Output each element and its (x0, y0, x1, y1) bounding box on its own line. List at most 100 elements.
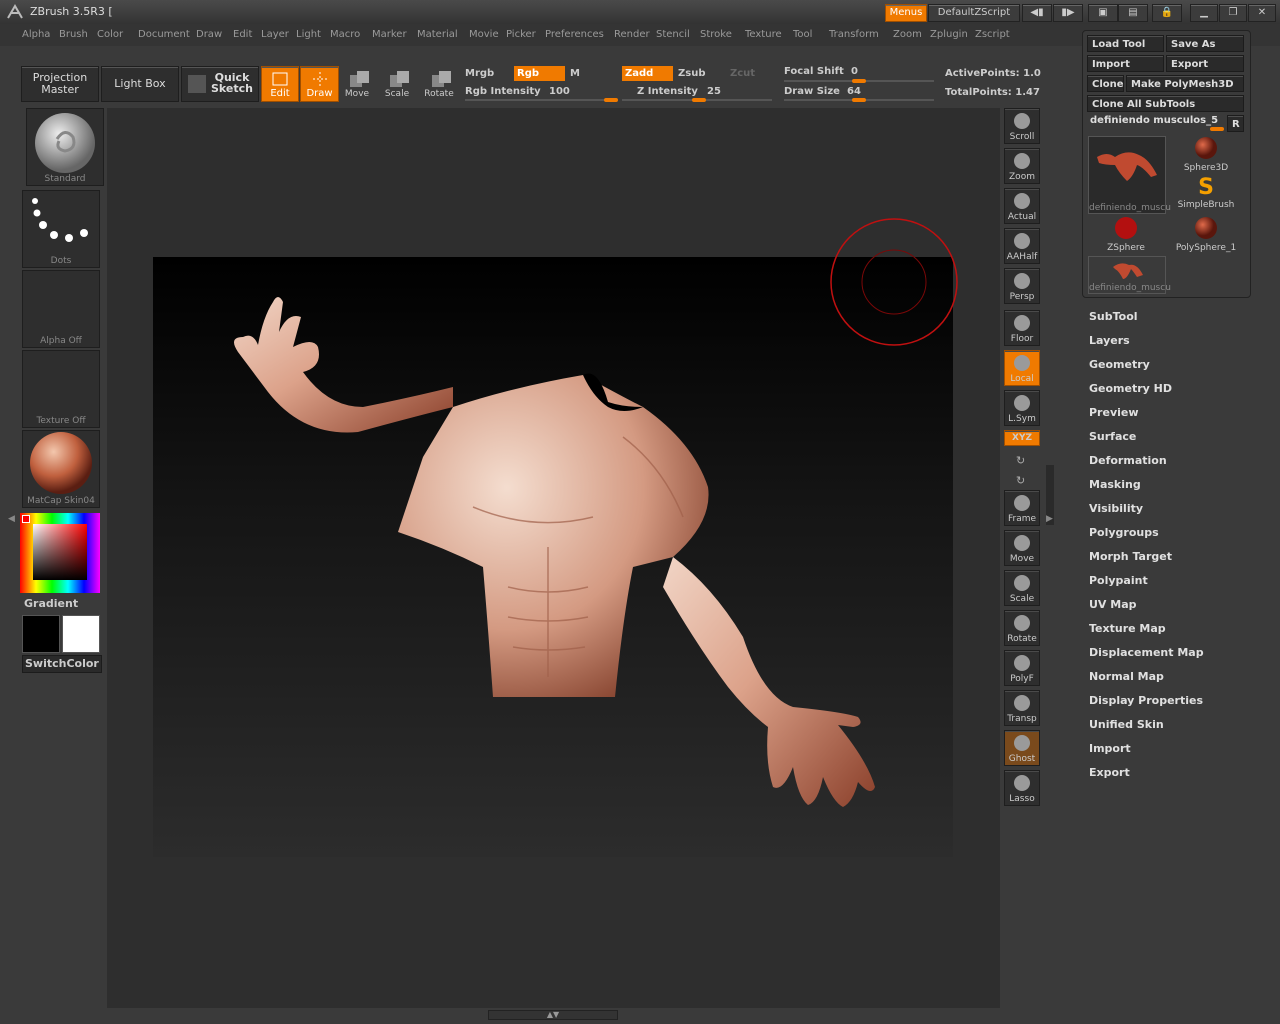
shelf-local-button[interactable]: Local (1004, 350, 1040, 386)
m-toggle[interactable]: M (570, 68, 580, 79)
tool-submenu-display-properties[interactable]: Display Properties (1089, 694, 1203, 707)
stroke-thumbnail[interactable]: Dots (22, 190, 100, 268)
zsub-toggle[interactable]: Zsub (678, 68, 705, 79)
menu-texture[interactable]: Texture (745, 29, 782, 40)
collapse-right-icon[interactable]: ▶ (1046, 514, 1053, 524)
maximize-icon[interactable]: ❐ (1219, 4, 1247, 22)
tool-submenu-uv-map[interactable]: UV Map (1089, 598, 1137, 611)
rotate-y-icon[interactable]: ↻ (1016, 474, 1025, 487)
shelf-persp-button[interactable]: Persp (1004, 268, 1040, 304)
tool-submenu-import[interactable]: Import (1089, 742, 1131, 755)
tool-submenu-texture-map[interactable]: Texture Map (1089, 622, 1166, 635)
lock-icon[interactable]: 🔒 (1152, 4, 1182, 22)
menu-brush[interactable]: Brush (59, 29, 88, 40)
material-thumbnail[interactable]: MatCap Skin04 (22, 430, 100, 508)
tool-item-simplebrush[interactable]: S SimpleBrush (1168, 176, 1244, 214)
shelf-ghost-button[interactable]: Ghost (1004, 730, 1040, 766)
shelf-scroll-button[interactable]: Scroll (1004, 108, 1040, 144)
quick-sketch-button[interactable]: Quick Sketch (181, 66, 259, 102)
menu-light[interactable]: Light (296, 29, 321, 40)
shelf-scale-button[interactable]: Scale (1004, 570, 1040, 606)
menu-zplugin[interactable]: Zplugin (930, 29, 968, 40)
menu-tool[interactable]: Tool (793, 29, 812, 40)
focal-shift-knob[interactable] (852, 79, 866, 83)
projection-master-button[interactable]: Projection Master (21, 66, 99, 102)
r-button[interactable]: R (1227, 115, 1244, 132)
menu-edit[interactable]: Edit (233, 29, 252, 40)
shelf-lsym-button[interactable]: L.Sym (1004, 390, 1040, 426)
default-zscript-button[interactable]: DefaultZScript (928, 4, 1020, 22)
tool-item-definiendo-small[interactable]: definiendo_muscu (1088, 256, 1171, 294)
shelf-floor-button[interactable]: Floor (1004, 310, 1040, 346)
tool-submenu-polypaint[interactable]: Polypaint (1089, 574, 1148, 587)
export-tool-button[interactable]: Export (1166, 55, 1244, 72)
shelf-lasso-button[interactable]: Lasso (1004, 770, 1040, 806)
tool-submenu-normal-map[interactable]: Normal Map (1089, 670, 1164, 683)
rgb-intensity-slider[interactable] (465, 99, 615, 101)
menu-color[interactable]: Color (97, 29, 123, 40)
rotate-button[interactable]: Rotate (422, 68, 456, 100)
menu-zscript[interactable]: Zscript (975, 29, 1010, 40)
switch-color-button[interactable]: SwitchColor (22, 655, 102, 673)
shelf-polyf-button[interactable]: PolyF (1004, 650, 1040, 686)
scale-button[interactable]: Scale (380, 68, 414, 100)
menus-button[interactable]: Menus (885, 4, 927, 22)
color-picker[interactable] (20, 513, 100, 593)
rgb-intensity-knob[interactable] (604, 98, 618, 102)
shelf-aahalf-button[interactable]: AAHalf (1004, 228, 1040, 264)
tool-item-polysphere[interactable]: PolySphere_1 (1168, 216, 1244, 254)
make-polymesh-button[interactable]: Make PolyMesh3D (1126, 75, 1244, 92)
save-as-button[interactable]: Save As (1166, 35, 1244, 52)
main-color-swatch[interactable] (22, 615, 60, 653)
prev-arrow-icon[interactable]: ◀▮ (1022, 4, 1052, 22)
menu-render[interactable]: Render (614, 29, 650, 40)
menu-movie[interactable]: Movie (469, 29, 499, 40)
menu-macro[interactable]: Macro (330, 29, 360, 40)
menu-draw[interactable]: Draw (196, 29, 222, 40)
current-tool-name[interactable]: definiendo musculos_5 (1090, 115, 1218, 126)
texture-thumbnail[interactable]: Texture Off (22, 350, 100, 428)
menu-layer[interactable]: Layer (261, 29, 289, 40)
draw-size-knob[interactable] (852, 98, 866, 102)
tool-submenu-layers[interactable]: Layers (1089, 334, 1130, 347)
tool-submenu-displacement-map[interactable]: Displacement Map (1089, 646, 1204, 659)
current-tool-slider-knob[interactable] (1210, 127, 1224, 131)
shelf-actual-button[interactable]: Actual (1004, 188, 1040, 224)
shelf-frame-button[interactable]: Frame (1004, 490, 1040, 526)
edit-button[interactable]: Edit (261, 66, 299, 102)
tool-submenu-masking[interactable]: Masking (1089, 478, 1141, 491)
tool-item-sphere3d[interactable]: Sphere3D (1168, 136, 1244, 174)
shelf-transp-button[interactable]: Transp (1004, 690, 1040, 726)
next-arrow-icon[interactable]: ▮▶ (1053, 4, 1083, 22)
tool-item-zsphere[interactable]: ZSphere (1088, 216, 1164, 254)
z-intensity-knob[interactable] (692, 98, 706, 102)
bottom-tray-handle[interactable]: ▲▼ (488, 1010, 618, 1020)
color-marker[interactable] (22, 515, 30, 523)
zcut-toggle[interactable]: Zcut (730, 68, 755, 79)
tool-submenu-export[interactable]: Export (1089, 766, 1130, 779)
menu-document[interactable]: Document (138, 29, 190, 40)
color-square[interactable] (33, 524, 87, 580)
move-button[interactable]: Move (340, 68, 374, 100)
import-tool-button[interactable]: Import (1087, 55, 1164, 72)
tool-submenu-deformation[interactable]: Deformation (1089, 454, 1167, 467)
menu-zoom[interactable]: Zoom (893, 29, 922, 40)
load-tool-button[interactable]: Load Tool (1087, 35, 1164, 52)
draw-button[interactable]: Draw (300, 66, 339, 102)
light-box-button[interactable]: Light Box (101, 66, 179, 102)
menu-stencil[interactable]: Stencil (656, 29, 690, 40)
tool-item-definiendo-main[interactable]: definiendo_muscu (1088, 136, 1171, 214)
shelf-move-button[interactable]: Move (1004, 530, 1040, 566)
shelf-zoom-button[interactable]: Zoom (1004, 148, 1040, 184)
close-icon[interactable]: ✕ (1248, 4, 1276, 22)
menu-alpha[interactable]: Alpha (22, 29, 50, 40)
clone-all-subtools-button[interactable]: Clone All SubTools (1087, 95, 1244, 112)
collapse-left-icon[interactable]: ◀ (8, 514, 15, 524)
tool-submenu-subtool[interactable]: SubTool (1089, 310, 1138, 323)
menu-picker[interactable]: Picker (506, 29, 536, 40)
secondary-color-swatch[interactable] (62, 615, 100, 653)
zadd-toggle[interactable]: Zadd (622, 66, 673, 81)
brush-thumbnail[interactable]: Standard (26, 108, 104, 186)
gradient-label[interactable]: Gradient (24, 597, 78, 610)
menu-material[interactable]: Material (417, 29, 458, 40)
